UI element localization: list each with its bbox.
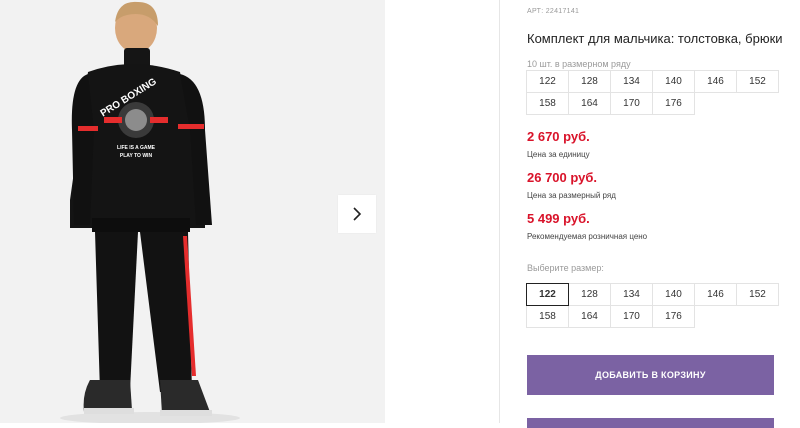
pack-price: 26 700 руб. [527, 170, 598, 185]
pack-size: 158 [526, 92, 569, 115]
chevron-right-icon [353, 207, 362, 221]
pack-size: 140 [652, 70, 695, 93]
retail-price: 5 499 руб. [527, 211, 590, 226]
secondary-action-button[interactable] [527, 418, 774, 428]
product-title: Комплект для мальчика: толстовка, брюки [527, 31, 783, 46]
retail-price-label: Рекомендуемая розничная цено [527, 232, 648, 241]
pack-size: 128 [568, 70, 611, 93]
size-select-hint: Выберите размер: [527, 263, 604, 273]
pack-size: 176 [652, 92, 695, 115]
size-option[interactable]: 140 [652, 283, 695, 306]
pack-size: 122 [526, 70, 569, 93]
pack-size: 170 [610, 92, 653, 115]
size-option[interactable]: 128 [568, 283, 611, 306]
pack-size-grid: 122 128 134 140 146 152 158 164 170 176 [526, 70, 779, 115]
size-option[interactable]: 152 [736, 283, 779, 306]
add-to-cart-button[interactable]: ДОБАВИТЬ В КОРЗИНУ [527, 355, 774, 395]
size-option[interactable]: 164 [568, 305, 611, 328]
product-photo: PRO BOXING LIFE IS A GAME PLAY TO WIN [0, 0, 385, 423]
product-gallery: PRO BOXING LIFE IS A GAME PLAY TO WIN [0, 0, 385, 423]
panel-divider [499, 0, 500, 423]
size-option[interactable]: 158 [526, 305, 569, 328]
next-image-button[interactable] [338, 195, 376, 233]
print-text: LIFE IS A GAME [117, 145, 156, 151]
pack-size: 134 [610, 70, 653, 93]
pack-size: 164 [568, 92, 611, 115]
unit-price-label: Цена за единицу [527, 150, 590, 159]
size-option[interactable]: 146 [694, 283, 737, 306]
size-selector: 122 128 134 140 146 152 158 164 170 176 [526, 283, 779, 328]
print-text: PLAY TO WIN [120, 153, 153, 159]
size-option[interactable]: 170 [610, 305, 653, 328]
size-option[interactable]: 176 [652, 305, 695, 328]
unit-price: 2 670 руб. [527, 129, 590, 144]
size-option[interactable]: 134 [610, 283, 653, 306]
pack-size: 152 [736, 70, 779, 93]
pack-price-label: Цена за размерный ряд [527, 191, 616, 200]
size-option-selected[interactable]: 122 [526, 283, 569, 306]
product-sku: АРТ: 22417141 [527, 8, 580, 15]
pack-hint: 10 шт. в размерном ряду [527, 59, 631, 69]
pack-size: 146 [694, 70, 737, 93]
